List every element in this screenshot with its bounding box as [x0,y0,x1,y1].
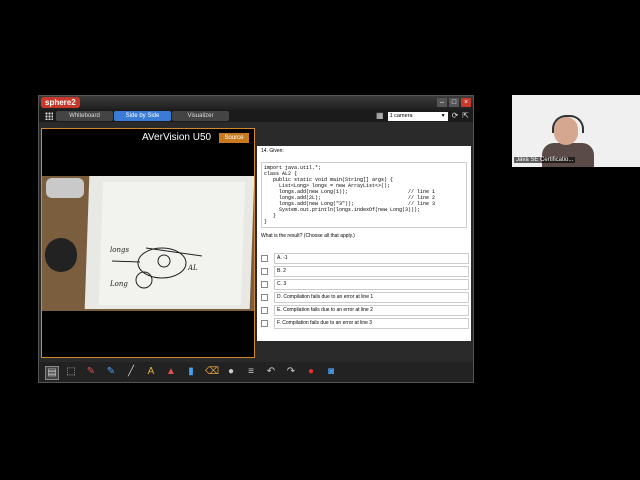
device-title: AVerVision U50 [142,132,212,143]
checkbox[interactable] [261,294,268,301]
eraser-icon[interactable]: ⌫ [205,366,219,378]
select-icon[interactable]: ⬚ [65,366,77,378]
close-button[interactable]: × [461,98,471,107]
tab-whiteboard[interactable]: Whiteboard [56,111,113,121]
shape-icon[interactable]: ▲ [165,366,177,378]
whiteboard-sketch: longs Long AL [109,246,203,289]
checkbox[interactable] [261,307,268,314]
chevron-down-icon: ▼ [440,112,446,119]
option-c[interactable]: C. 3 [261,279,469,290]
sketch-label-al: AL [187,264,198,272]
option-b[interactable]: B. 2 [261,266,469,277]
title-bar: sphere2 – □ × [39,96,473,110]
headset-icon [552,115,584,133]
sketch-label-longs: longs [110,246,129,254]
refresh-icon[interactable]: ⟳ [452,111,459,121]
minimize-button[interactable]: – [437,98,447,107]
option-label: C. 3 [274,279,469,290]
mouse-object [45,238,77,272]
tab-visualizer[interactable]: Visualizer [172,111,229,121]
option-a[interactable]: A. -1 [261,253,469,264]
code-block: import java.util.*; class AL2 { public s… [261,162,467,228]
checkbox[interactable] [261,281,268,288]
option-label: E. Compilation fails due to an error at … [274,305,469,316]
option-d[interactable]: D. Compilation fails due to an error at … [261,292,469,303]
line-icon[interactable]: ╱ [125,366,137,378]
option-label: F. Compilation fails due to an error at … [274,318,469,329]
window-controls: – □ × [437,98,471,107]
line-width-icon[interactable]: ≡ [245,366,257,378]
pen-icon[interactable]: ✎ [85,366,97,378]
checkbox[interactable] [261,255,268,262]
sphere2-window: sphere2 – □ × Whiteboard Side by Side Vi… [38,95,474,383]
undo-icon[interactable]: ↶ [265,366,277,378]
popout-icon[interactable]: ⇱ [462,111,469,121]
camera-view: longs Long AL [42,176,254,311]
sketch-label-long: Long [109,280,128,288]
thumbnail-label: Java SE Certificatio... [514,157,576,163]
marker-icon[interactable]: ✎ [105,366,117,378]
answer-options: A. -1 B. 2 C. 3 D. Compilation fails due… [261,253,469,331]
webcam-thumbnail: Java SE Certificatio... [512,95,640,167]
option-label: B. 2 [274,266,469,277]
record-icon[interactable]: ● [305,366,317,378]
app-logo: sphere2 [41,97,80,108]
question-title: 14. Given: [261,148,284,154]
presenter-body [542,143,594,167]
document-pane: 14. Given: import java.util.*; class AL2… [257,146,471,341]
camera-grid-icon[interactable]: ▦ [376,111,384,121]
annotation-toolbar: ▤ ⬚ ✎ ✎ ╱ A ▲ ▮ ⌫ ● ≡ ↶ ↷ ● ◙ [39,362,473,382]
tab-bar: Whiteboard Side by Side Visualizer ▦ 1 c… [39,110,473,122]
redo-icon[interactable]: ↷ [285,366,297,378]
snapshot-icon[interactable]: ◙ [325,366,337,378]
camera-select[interactable]: 1 camera ▼ [387,111,448,121]
option-e[interactable]: E. Compilation fails due to an error at … [261,305,469,316]
glass-object [46,178,84,198]
option-label: D. Compilation fails due to an error at … [274,292,469,303]
layout-icon[interactable]: ▤ [45,366,59,380]
camera-select-value: 1 camera [389,112,413,119]
checkbox[interactable] [261,268,268,275]
option-label: A. -1 [274,253,469,264]
visualizer-pane: AVerVision U50 Source longs Long AL [41,128,255,358]
toolbar-right: ▦ 1 camera ▼ ⟳ ⇱ [376,111,469,121]
checkbox[interactable] [261,320,268,327]
color-picker-icon[interactable]: ● [225,366,237,378]
tab-side-by-side[interactable]: Side by Side [114,111,171,121]
source-button[interactable]: Source [218,132,250,144]
maximize-button[interactable]: □ [449,98,459,107]
option-f[interactable]: F. Compilation fails due to an error at … [261,318,469,329]
highlighter-icon[interactable]: ▮ [185,366,197,378]
question-prompt: What is the result? (Choose all that app… [261,233,355,239]
grid-menu-icon[interactable] [45,112,53,120]
text-icon[interactable]: A [145,366,157,378]
